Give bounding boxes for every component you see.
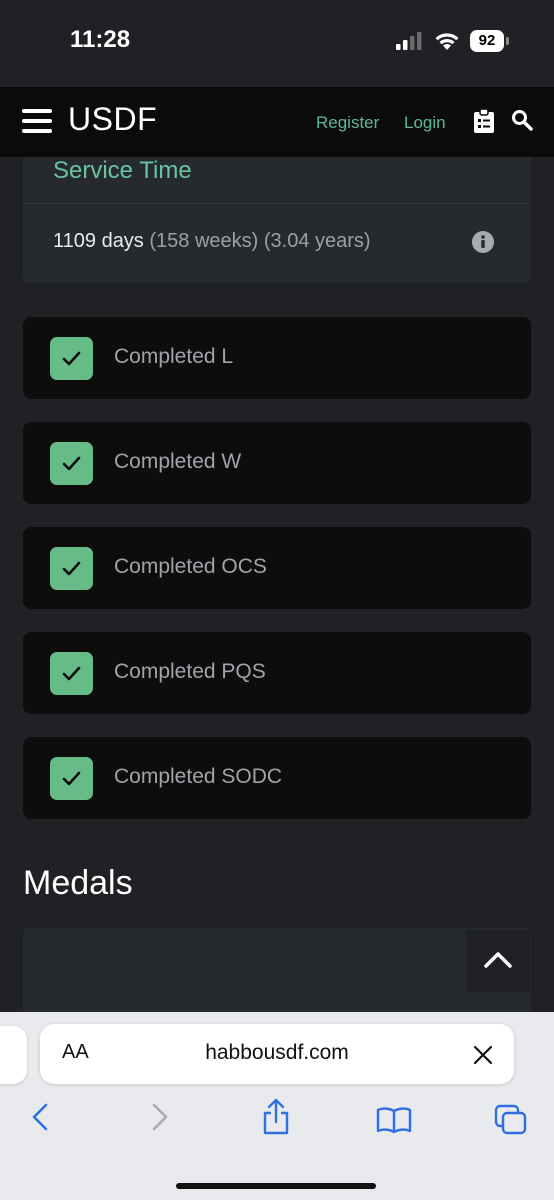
address-bar[interactable]: AA habbousdf.com	[40, 1024, 514, 1084]
tabs-icon[interactable]	[494, 1104, 528, 1136]
checklist-item: Completed OCS	[23, 527, 531, 609]
service-detail: (158 weeks) (3.04 years)	[149, 230, 371, 252]
checklist-label: Completed OCS	[114, 555, 267, 578]
battery-level: 92	[470, 30, 504, 52]
checklist-item: Completed W	[23, 422, 531, 504]
service-time-value: 1109 days (158 weeks) (3.04 years)	[53, 230, 371, 253]
service-time-card: Service Time 1109 days (158 weeks) (3.04…	[23, 157, 531, 283]
search-icon[interactable]	[511, 109, 533, 131]
checklist-label: Completed W	[114, 450, 242, 473]
clipboard-list-icon[interactable]	[474, 109, 494, 133]
browser-bottom-bar: AA habbousdf.com	[0, 1012, 554, 1200]
share-icon[interactable]	[261, 1098, 291, 1136]
cellular-signal-icon	[396, 32, 422, 50]
medals-heading: Medals	[23, 864, 133, 902]
checkbox[interactable]	[50, 547, 93, 590]
status-time: 11:28	[70, 26, 131, 53]
login-link[interactable]: Login	[404, 113, 446, 133]
service-days: 1109 days	[53, 230, 144, 252]
checkbox[interactable]	[50, 757, 93, 800]
status-bar: 11:28 92	[0, 0, 554, 82]
checklist-label: Completed L	[114, 345, 234, 368]
checklist-item: Completed SODC	[23, 737, 531, 819]
checkmark-icon	[62, 666, 81, 681]
wifi-icon	[435, 33, 459, 50]
back-icon[interactable]	[30, 1102, 50, 1132]
checkbox[interactable]	[50, 442, 93, 485]
scroll-to-top-button[interactable]	[466, 930, 530, 992]
close-icon[interactable]	[473, 1045, 493, 1065]
card-divider	[23, 203, 531, 204]
register-link[interactable]: Register	[316, 113, 379, 133]
checklist-item: Completed L	[23, 317, 531, 399]
home-indicator	[176, 1183, 376, 1189]
brand-logo-text[interactable]: USDF	[68, 101, 157, 138]
menu-icon[interactable]	[22, 109, 52, 133]
checkmark-icon	[62, 456, 81, 471]
checklist-item: Completed PQS	[23, 632, 531, 714]
chevron-up-icon	[484, 952, 512, 968]
checkmark-icon	[62, 561, 81, 576]
info-icon[interactable]	[472, 231, 494, 253]
site-navbar: USDF Register Login	[0, 87, 554, 157]
battery-tip	[506, 37, 509, 45]
checkbox[interactable]	[50, 337, 93, 380]
url-text[interactable]: habbousdf.com	[40, 1041, 514, 1065]
previous-tab-peek[interactable]	[0, 1026, 27, 1084]
checklist-label: Completed PQS	[114, 660, 266, 683]
bookmarks-icon[interactable]	[376, 1106, 412, 1134]
checkmark-icon	[62, 771, 81, 786]
checklist-label: Completed SODC	[114, 765, 283, 788]
checkbox[interactable]	[50, 652, 93, 695]
checkmark-icon	[62, 351, 81, 366]
service-time-title: Service Time	[53, 157, 192, 184]
forward-icon[interactable]	[150, 1102, 170, 1132]
